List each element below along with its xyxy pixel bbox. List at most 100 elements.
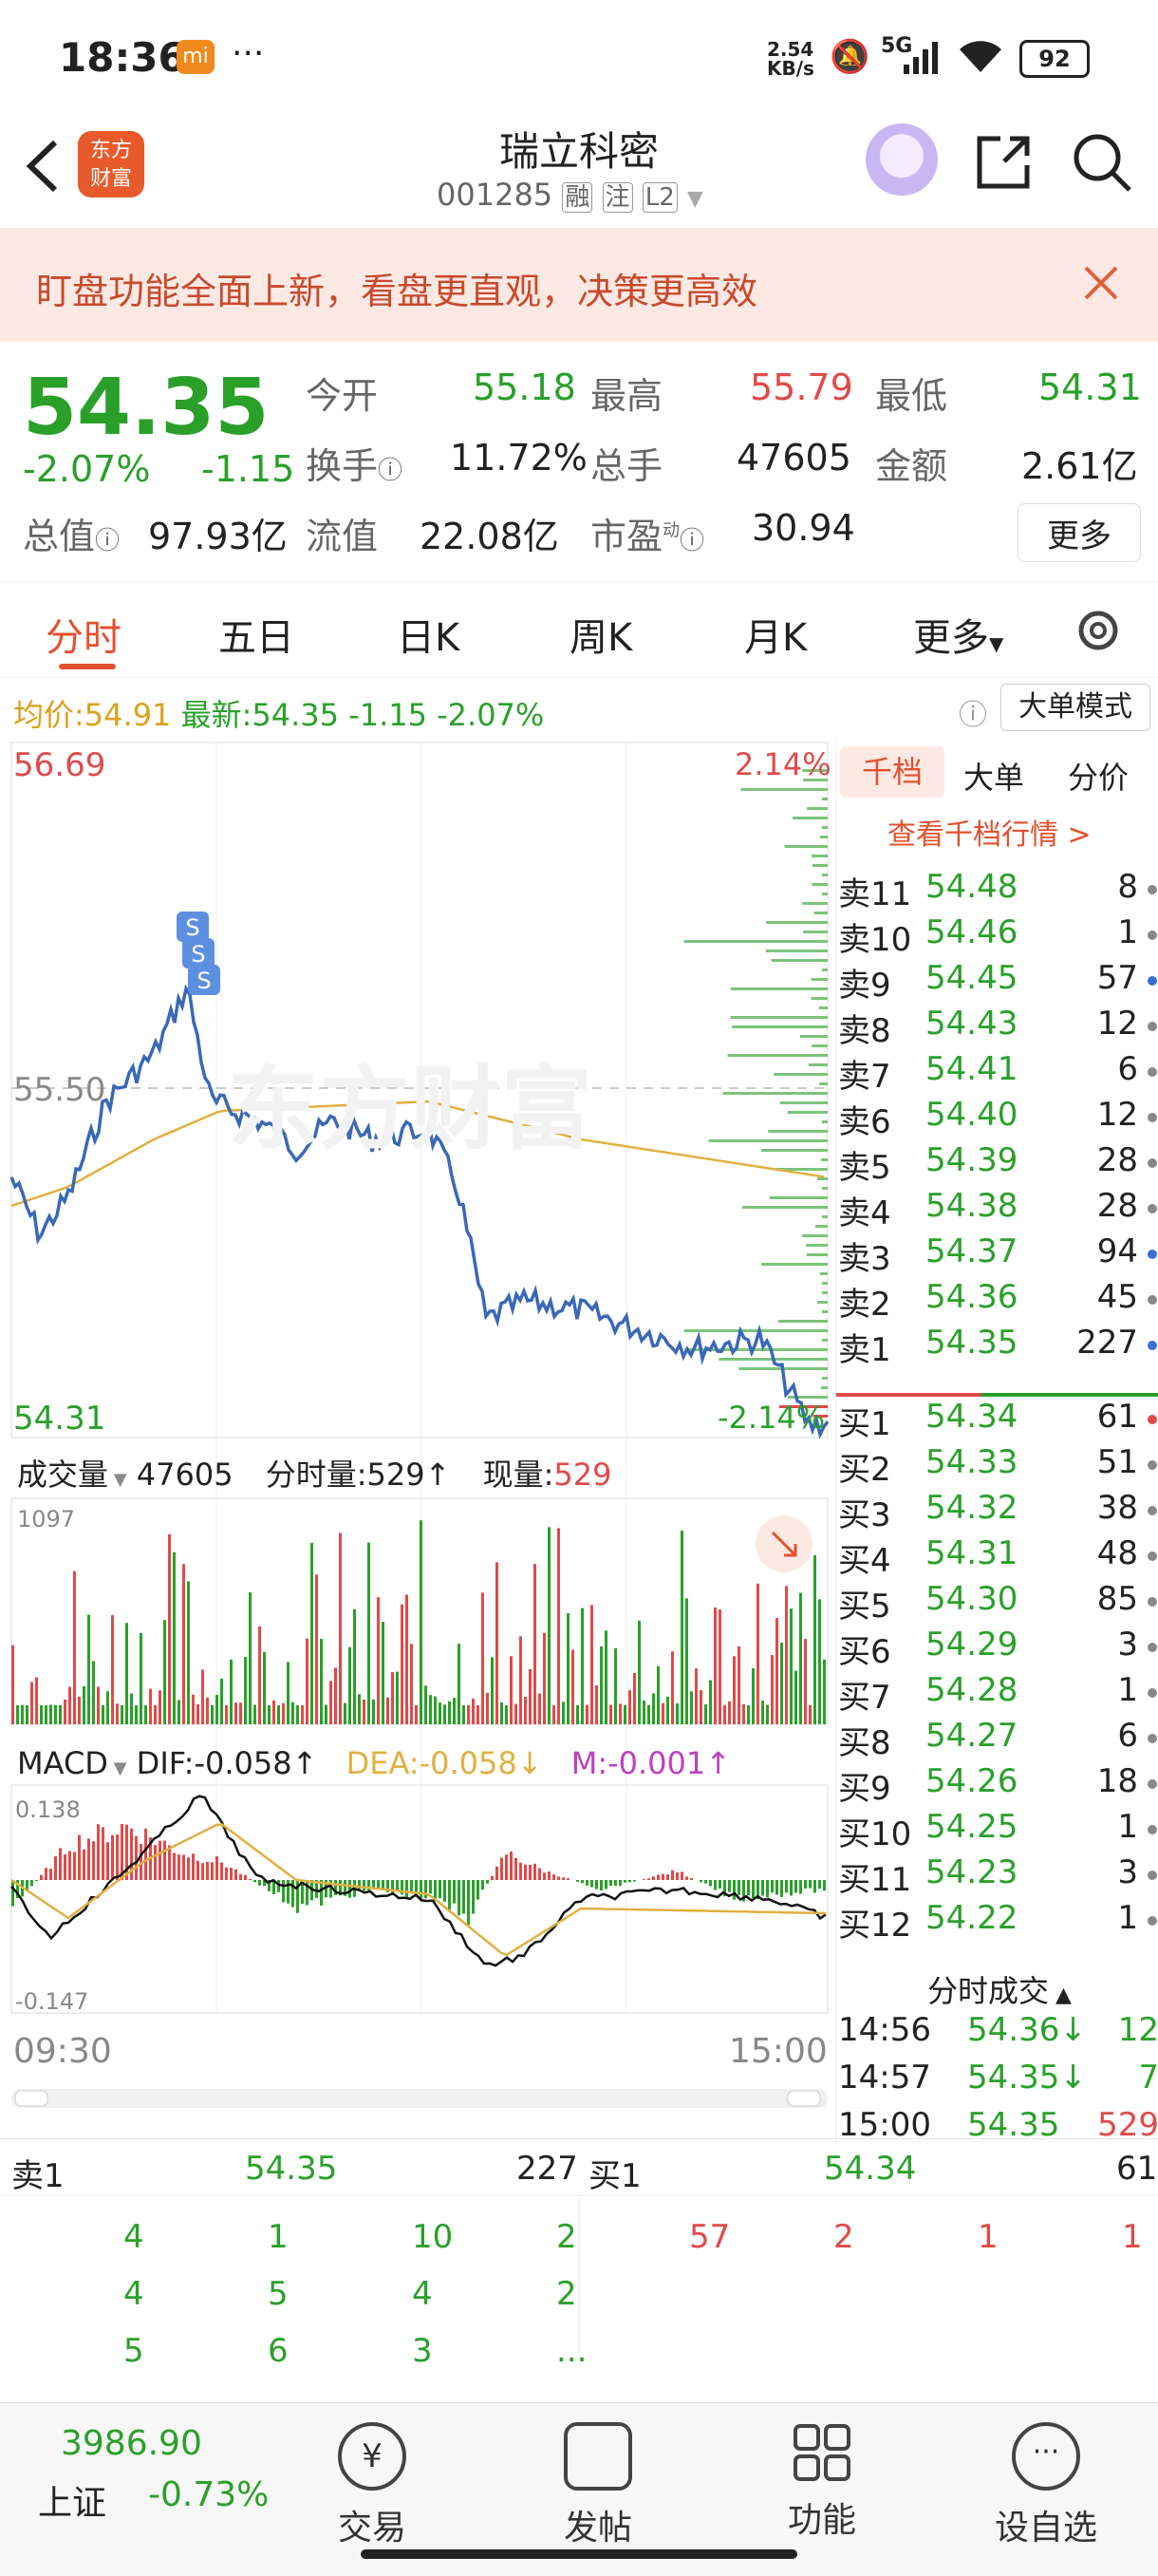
sell-row[interactable]: 卖5 54.39 28 bbox=[836, 1141, 1158, 1187]
buy-row[interactable]: 买2 54.33 51 bbox=[836, 1443, 1158, 1489]
feature-banner[interactable]: 盯盘功能全面上新，看盘更直观，决策更高效 bbox=[0, 228, 1158, 342]
buy-label: 买4 bbox=[838, 1542, 891, 1580]
macd-selector[interactable]: MACD ▼ bbox=[17, 1745, 127, 1781]
nav-add-watchlist[interactable]: ··· 设自选 bbox=[970, 2422, 1122, 2549]
turnover-label[interactable]: 换手ⓘ bbox=[306, 437, 402, 489]
buy-row[interactable]: 买7 54.28 1 bbox=[836, 1671, 1158, 1717]
info-icon: ⓘ bbox=[378, 457, 403, 485]
intraday-chart[interactable]: S S S bbox=[0, 741, 835, 2127]
edit-icon bbox=[564, 2422, 632, 2491]
sell-volume: 45 bbox=[1096, 1278, 1138, 1316]
queue-sell-cell: 6 bbox=[268, 2332, 289, 2370]
nav-functions[interactable]: 功能 bbox=[746, 2422, 898, 2542]
price-axis-mid: 55.50 bbox=[13, 1071, 106, 1109]
buy-row[interactable]: 买8 54.27 6 bbox=[836, 1717, 1158, 1762]
buy-dot bbox=[1148, 1871, 1157, 1880]
sell-row[interactable]: 卖7 54.41 6 bbox=[836, 1050, 1158, 1096]
buy-row[interactable]: 买6 54.29 3 bbox=[836, 1626, 1158, 1671]
index-change[interactable]: -0.73% bbox=[148, 2475, 269, 2514]
tick-time: 14:56 bbox=[838, 2011, 931, 2049]
sell-price: 54.48 bbox=[925, 868, 1018, 906]
share-icon[interactable] bbox=[972, 131, 1035, 197]
pe-label[interactable]: 市盈动ⓘ bbox=[590, 507, 704, 559]
price-axis-bottom: 54.31 bbox=[13, 1400, 106, 1438]
sell-row[interactable]: 卖2 54.36 45 bbox=[836, 1278, 1158, 1324]
sell-row[interactable]: 卖8 54.43 12 bbox=[836, 1005, 1158, 1050]
tab-daily-k[interactable]: 日K bbox=[397, 607, 459, 662]
sell-row[interactable]: 卖9 54.45 57 bbox=[836, 959, 1158, 1005]
view-depth-link[interactable]: 查看千档行情 > bbox=[887, 811, 1092, 853]
sell-dot bbox=[1148, 1341, 1157, 1350]
chart-info-row: 均价:54.91 最新:54.35 -1.15 -2.07% bbox=[13, 697, 545, 733]
buy-label: 买3 bbox=[838, 1496, 891, 1534]
sell-label: 卖6 bbox=[838, 1103, 891, 1141]
time-end: 15:00 bbox=[729, 2032, 828, 2071]
buy-row[interactable]: 买1 54.34 61 bbox=[836, 1398, 1158, 1443]
buy-row[interactable]: 买10 54.25 1 bbox=[836, 1808, 1158, 1853]
sell-row[interactable]: 卖6 54.40 12 bbox=[836, 1096, 1158, 1141]
buy-row[interactable]: 买4 54.31 48 bbox=[836, 1534, 1158, 1580]
nav-trade[interactable]: ¥ 交易 bbox=[296, 2422, 448, 2549]
sell-label: 卖10 bbox=[838, 921, 912, 959]
big-order-mode-button[interactable]: 大单模式 bbox=[1000, 684, 1150, 731]
buy-row[interactable]: 买9 54.26 18 bbox=[836, 1762, 1158, 1808]
close-icon[interactable] bbox=[1082, 264, 1120, 306]
ticks-title[interactable]: 分时成交 ▲ bbox=[927, 1967, 1072, 2011]
sell-row[interactable]: 卖3 54.37 94 bbox=[836, 1232, 1158, 1278]
last-price: 54.35 bbox=[23, 363, 270, 453]
tick-volume: 7 bbox=[1138, 2059, 1158, 2097]
nav-post[interactable]: 发帖 bbox=[522, 2422, 674, 2549]
order-book: 千档 大单 分价 查看千档行情 > 卖11 54.48 8 卖10 54.46 1 卖9 54… bbox=[835, 741, 1158, 2144]
tick-row: 14:56 54.36↓ 12 bbox=[836, 2011, 1158, 2057]
tab-weekly-k[interactable]: 周K bbox=[570, 607, 632, 662]
chart-scrollbar bbox=[11, 2089, 828, 2108]
index-value[interactable]: 3986.90 bbox=[61, 2424, 202, 2463]
tab-intraday[interactable]: 分时 bbox=[46, 607, 121, 662]
tab-big-order[interactable]: 大单 bbox=[963, 754, 1024, 798]
tab-more[interactable]: 更多▼ bbox=[913, 607, 1003, 662]
status-time: 18:36 bbox=[59, 34, 186, 81]
queue-sell-cell: 4 bbox=[123, 2218, 144, 2256]
index-name[interactable]: 上证 bbox=[38, 2475, 106, 2525]
mktcap-label[interactable]: 总值ⓘ bbox=[23, 507, 120, 559]
tab-price-dist[interactable]: 分价 bbox=[1068, 754, 1129, 798]
banner-text: 盯盘功能全面上新，看盘更直观，决策更高效 bbox=[36, 271, 758, 312]
assistant-avatar-icon[interactable] bbox=[866, 123, 938, 196]
queue-sell-cell: 5 bbox=[123, 2332, 144, 2370]
low-value: 54.31 bbox=[1038, 367, 1142, 408]
stock-code-row[interactable]: 001285 融 注 L2 ▼ bbox=[437, 177, 703, 213]
tab-thousand-level[interactable]: 千档 bbox=[840, 746, 944, 798]
buy-volume: 48 bbox=[1096, 1534, 1138, 1572]
high-label: 最高 bbox=[590, 375, 663, 417]
sell-row[interactable]: 卖11 54.48 8 bbox=[836, 868, 1158, 913]
tab-five-day[interactable]: 五日 bbox=[218, 607, 294, 662]
queue-sell-vol: 227 bbox=[516, 2150, 578, 2188]
bid-ask-divider bbox=[836, 1382, 1158, 1397]
buy-label: 买10 bbox=[838, 1815, 912, 1853]
buy-label: 买5 bbox=[838, 1588, 891, 1626]
dif-line bbox=[10, 1795, 827, 1967]
queue-buy-vol: 61 bbox=[1116, 2150, 1158, 2188]
battery-icon: 92 bbox=[1019, 40, 1090, 78]
buy-label: 买9 bbox=[838, 1770, 891, 1808]
info-icon: ⓘ bbox=[680, 527, 705, 555]
more-button[interactable]: 更多 bbox=[1018, 503, 1141, 562]
buy-row[interactable]: 买12 54.22 1 bbox=[836, 1899, 1158, 1945]
sell-volume: 94 bbox=[1096, 1232, 1138, 1270]
svg-text:S: S bbox=[196, 968, 211, 994]
buy-price: 54.25 bbox=[925, 1808, 1018, 1846]
sell-row[interactable]: 卖10 54.46 1 bbox=[836, 913, 1158, 959]
buy-volume: 61 bbox=[1096, 1398, 1138, 1436]
help-icon[interactable]: ⓘ bbox=[959, 691, 987, 733]
queue-buy-price: 54.34 bbox=[824, 2150, 917, 2188]
volume-selector[interactable]: 成交量 ▼ bbox=[17, 1457, 127, 1493]
buy-price: 54.26 bbox=[925, 1762, 1018, 1800]
buy-row[interactable]: 买3 54.32 38 bbox=[836, 1489, 1158, 1534]
sell-row[interactable]: 卖1 54.35 227 bbox=[836, 1324, 1158, 1369]
tab-monthly-k[interactable]: 月K bbox=[744, 607, 807, 662]
sell-row[interactable]: 卖4 54.38 28 bbox=[836, 1187, 1158, 1232]
buy-row[interactable]: 买11 54.23 3 bbox=[836, 1853, 1158, 1899]
settings-gear-icon[interactable] bbox=[1073, 605, 1124, 660]
buy-row[interactable]: 买5 54.30 85 bbox=[836, 1580, 1158, 1626]
search-icon[interactable] bbox=[1071, 131, 1133, 197]
